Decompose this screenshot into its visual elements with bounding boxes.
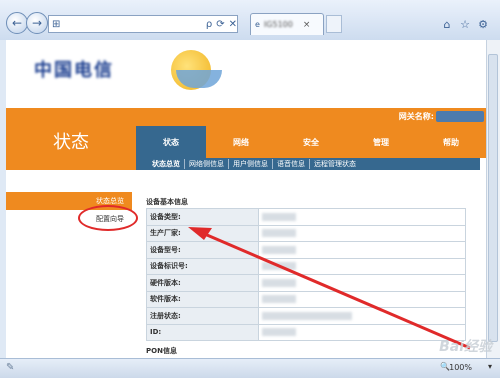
arrow-head (188, 227, 212, 240)
zoom-dropdown-icon[interactable]: ▾ (488, 362, 492, 371)
watermark: Bai经验 (439, 339, 492, 355)
status-icon: ✎ (6, 362, 15, 373)
status-bar (0, 358, 500, 378)
zoom-level[interactable]: 100% (449, 363, 472, 372)
annotation-arrow (188, 227, 471, 350)
arrow-shaft (199, 230, 471, 350)
